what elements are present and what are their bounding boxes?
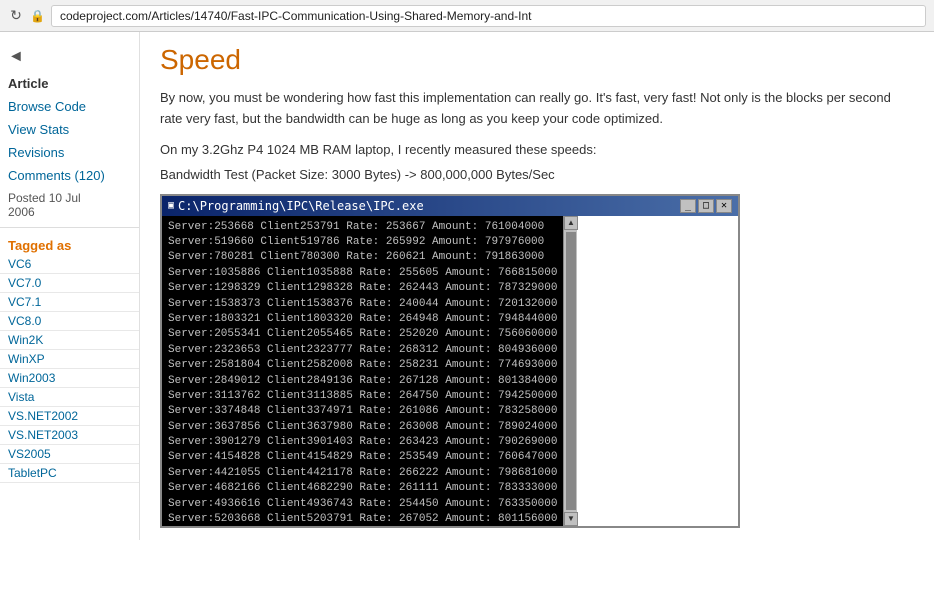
sidebar-link-comments[interactable]: Comments (120)	[0, 164, 139, 187]
sidebar-tag-vc80[interactable]: VC8.0	[0, 312, 139, 331]
sidebar-tag-vsnet2002[interactable]: VS.NET2002	[0, 407, 139, 426]
sidebar-section-title: Article	[0, 70, 139, 95]
terminal-row: Server:3113762 Client3113885 Rate: 26475…	[168, 389, 557, 404]
sidebar: ◄ Article Browse Code View Stats Revisio…	[0, 32, 140, 540]
terminal-restore-button[interactable]: □	[698, 199, 714, 213]
terminal-row: Server:519660 Client519786 Rate: 265992 …	[168, 235, 557, 250]
terminal-row: Server:3637856 Client3637980 Rate: 26300…	[168, 420, 557, 435]
sidebar-tag-vs2005[interactable]: VS2005	[0, 445, 139, 464]
scroll-down-button[interactable]: ▼	[564, 512, 578, 526]
bandwidth-line: Bandwidth Test (Packet Size: 3000 Bytes)…	[160, 167, 914, 182]
page-container: ◄ Article Browse Code View Stats Revisio…	[0, 32, 934, 540]
terminal-title: C:\Programming\IPC\Release\IPC.exe	[178, 199, 424, 213]
sidebar-tag-vista[interactable]: Vista	[0, 388, 139, 407]
scroll-thumb[interactable]	[566, 232, 576, 510]
terminal-row: Server:2055341 Client2055465 Rate: 25202…	[168, 327, 557, 342]
terminal-row: Server:3374848 Client3374971 Rate: 26108…	[168, 404, 557, 419]
sidebar-link-revisions[interactable]: Revisions	[0, 141, 139, 164]
sidebar-tag-vc71[interactable]: VC7.1	[0, 293, 139, 312]
sidebar-divider	[0, 227, 139, 228]
terminal-row: Server:2581804 Client2582008 Rate: 25823…	[168, 358, 557, 373]
sidebar-tag-tabletpc[interactable]: TabletPC	[0, 464, 139, 483]
terminal-titlebar: ▣ C:\Programming\IPC\Release\IPC.exe _ □…	[162, 196, 738, 216]
sidebar-tagged-label: Tagged as	[0, 232, 139, 255]
intro-paragraph: By now, you must be wondering how fast t…	[160, 88, 914, 130]
page-title: Speed	[160, 44, 914, 76]
terminal-row: Server:4682166 Client4682290 Rate: 26111…	[168, 481, 557, 496]
scroll-up-button[interactable]: ▲	[564, 216, 578, 230]
terminal-row: Server:4421055 Client4421178 Rate: 26622…	[168, 466, 557, 481]
terminal-close-button[interactable]: ✕	[716, 199, 732, 213]
terminal-row: Server:2323653 Client2323777 Rate: 26831…	[168, 343, 557, 358]
sidebar-tag-winxp[interactable]: WinXP	[0, 350, 139, 369]
sidebar-link-view-stats[interactable]: View Stats	[0, 118, 139, 141]
lock-icon: 🔒	[30, 9, 45, 23]
sidebar-post-date: Posted 10 Jul2006	[0, 187, 139, 223]
terminal-row: Server:4936616 Client4936743 Rate: 25445…	[168, 497, 557, 512]
terminal-row: Server:2849012 Client2849136 Rate: 26712…	[168, 374, 557, 389]
terminal-row: Server:1035886 Client1035888 Rate: 25560…	[168, 266, 557, 281]
sidebar-tag-vsnet2003[interactable]: VS.NET2003	[0, 426, 139, 445]
browser-bar: ↻ 🔒	[0, 0, 934, 32]
terminal-row: Server:253668 Client253791 Rate: 253667 …	[168, 220, 557, 235]
terminal-minimize-button[interactable]: _	[680, 199, 696, 213]
terminal-row: Server:1298329 Client1298328 Rate: 26244…	[168, 281, 557, 296]
terminal-body: Server:253668 Client253791 Rate: 253667 …	[162, 216, 563, 526]
terminal-window: ▣ C:\Programming\IPC\Release\IPC.exe _ □…	[160, 194, 740, 528]
terminal-body-wrapper: Server:253668 Client253791 Rate: 253667 …	[162, 216, 738, 526]
address-bar[interactable]	[51, 5, 926, 27]
sidebar-tag-win2003[interactable]: Win2003	[0, 369, 139, 388]
terminal-controls: _ □ ✕	[680, 199, 732, 213]
terminal-titlebar-left: ▣ C:\Programming\IPC\Release\IPC.exe	[168, 199, 424, 213]
refresh-icon[interactable]: ↻	[8, 8, 24, 24]
terminal-row: Server:780281 Client780300 Rate: 260621 …	[168, 250, 557, 265]
main-content: Speed By now, you must be wondering how …	[140, 32, 934, 540]
terminal-scrollbar[interactable]: ▲ ▼	[563, 216, 577, 526]
back-arrow-icon: ◄	[0, 40, 139, 70]
terminal-cmd-icon: ▣	[168, 200, 174, 211]
terminal-row: Server:3901279 Client3901403 Rate: 26342…	[168, 435, 557, 450]
terminal-row: Server:1803321 Client1803320 Rate: 26494…	[168, 312, 557, 327]
sidebar-link-browse-code[interactable]: Browse Code	[0, 95, 139, 118]
sidebar-tag-vc70[interactable]: VC7.0	[0, 274, 139, 293]
terminal-row: Server:4154828 Client4154829 Rate: 25354…	[168, 450, 557, 465]
sidebar-tag-win2k[interactable]: Win2K	[0, 331, 139, 350]
terminal-row: Server:5203668 Client5203791 Rate: 26705…	[168, 512, 557, 526]
terminal-row: Server:1538373 Client1538376 Rate: 24004…	[168, 297, 557, 312]
speed-line: On my 3.2Ghz P4 1024 MB RAM laptop, I re…	[160, 142, 914, 157]
sidebar-tag-vc6[interactable]: VC6	[0, 255, 139, 274]
